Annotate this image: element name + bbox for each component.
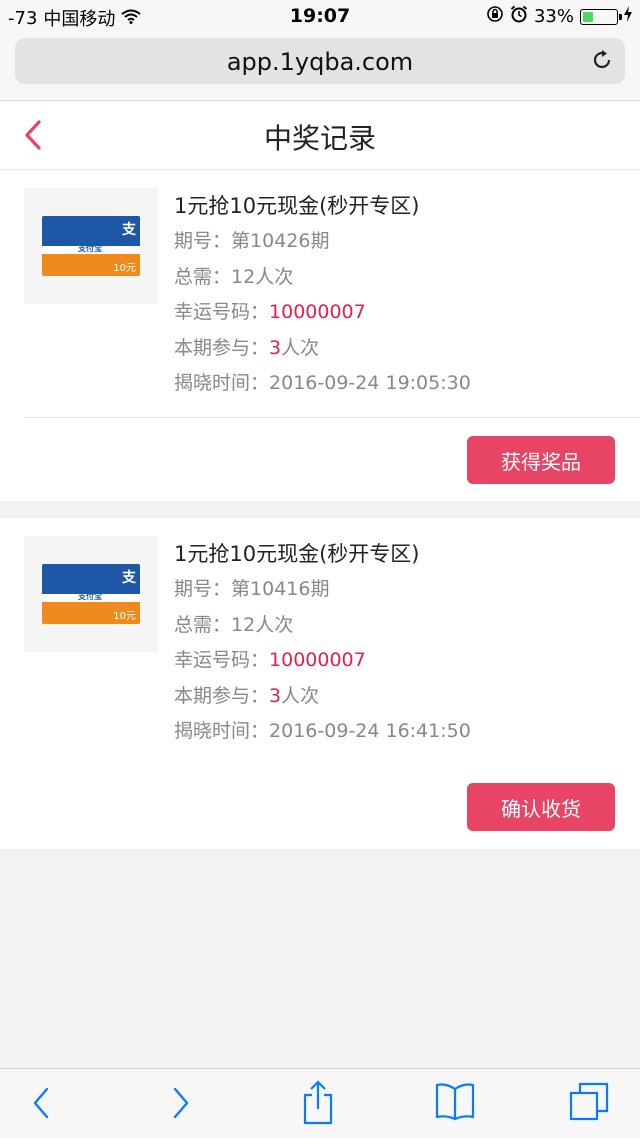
charging-bolt-icon	[624, 6, 632, 27]
reveal-time-row: 揭晓时间：2016-09-24 16:41:50	[174, 714, 471, 750]
tabs-icon[interactable]	[568, 1081, 610, 1127]
reveal-label: 揭晓时间：	[174, 372, 270, 394]
lucky-number-row: 幸运号码：10000007	[174, 295, 471, 331]
card-value-text: 10元	[113, 611, 136, 622]
bookmarks-icon[interactable]	[434, 1081, 476, 1125]
alarm-icon	[510, 5, 528, 28]
reveal-time: 2016-09-24 16:41:50	[269, 720, 471, 742]
product-thumbnail[interactable]: 支 支付宝 10元	[24, 188, 158, 304]
total-value: 12人次	[231, 265, 294, 288]
rotation-lock-icon	[486, 5, 504, 28]
claim-prize-button[interactable]: 获得奖品	[467, 436, 615, 484]
joined-row: 本期参与：3人次	[174, 331, 471, 367]
card-brand-text: 支付宝	[78, 592, 102, 601]
issue-row: 期号：第10416期	[174, 572, 471, 608]
total-label: 总需：	[174, 265, 232, 288]
address-bar[interactable]: app.1yqba.com	[15, 38, 625, 84]
product-title[interactable]: 1元抢10元现金(秒开专区)	[174, 188, 471, 224]
share-icon[interactable]	[300, 1079, 336, 1129]
browser-address-area: app.1yqba.com	[0, 32, 640, 101]
joined-unit: 人次	[281, 336, 320, 359]
reload-icon[interactable]	[591, 49, 613, 75]
reveal-label: 揭晓时间：	[174, 720, 270, 742]
reveal-time-row: 揭晓时间：2016-09-24 19:05:30	[174, 366, 471, 402]
joined-label: 本期参与：	[174, 336, 270, 359]
prize-record-card: 支 支付宝 10元 1元抢10元现金(秒开专区) 期号：第10416期 总需：1…	[0, 518, 640, 849]
card-divider	[24, 417, 640, 418]
forward-nav-icon[interactable]	[170, 1083, 192, 1127]
battery-fill	[583, 11, 593, 22]
lucky-number: 10000007	[269, 649, 366, 671]
card-brand-text: 支付宝	[78, 244, 102, 253]
battery-icon	[580, 8, 622, 25]
joined-label: 本期参与：	[174, 684, 270, 707]
reveal-time: 2016-09-24 19:05:30	[269, 372, 471, 394]
page-title: 中奖记录	[263, 122, 376, 155]
alipay-card-image: 支 支付宝 10元	[42, 564, 140, 624]
product-thumbnail[interactable]: 支 支付宝 10元	[24, 536, 158, 652]
card-zhi-text: 支	[122, 570, 136, 586]
prize-record-card: 支 支付宝 10元 1元抢10元现金(秒开专区) 期号：第10426期 总需：1…	[0, 170, 640, 501]
status-right: 33%	[486, 5, 632, 28]
url-text[interactable]: app.1yqba.com	[15, 48, 625, 76]
record-info: 1元抢10元现金(秒开专区) 期号：第10426期 总需：12人次 幸运号码：1…	[174, 188, 471, 402]
status-bar: -73 中国移动 19:07 33%	[0, 0, 640, 32]
browser-toolbar	[0, 1068, 640, 1138]
product-title[interactable]: 1元抢10元现金(秒开专区)	[174, 536, 471, 572]
joined-unit: 人次	[281, 684, 320, 707]
joined-count: 3	[269, 336, 282, 359]
joined-row: 本期参与：3人次	[174, 679, 471, 715]
page-header: 中奖记录	[0, 101, 640, 170]
lucky-label: 幸运号码：	[174, 649, 270, 671]
card-value-text: 10元	[113, 263, 136, 274]
total-value: 12人次	[231, 613, 294, 636]
issue-value: 第10426期	[231, 230, 330, 252]
back-nav-icon[interactable]	[30, 1083, 52, 1127]
card-zhi-text: 支	[122, 222, 136, 238]
issue-row: 期号：第10426期	[174, 224, 471, 260]
lucky-number-row: 幸运号码：10000007	[174, 643, 471, 679]
confirm-receipt-button[interactable]: 确认收货	[467, 783, 615, 831]
record-info: 1元抢10元现金(秒开专区) 期号：第10416期 总需：12人次 幸运号码：1…	[174, 536, 471, 750]
total-label: 总需：	[174, 613, 232, 636]
issue-value: 第10416期	[231, 578, 330, 600]
total-row: 总需：12人次	[174, 608, 471, 644]
lucky-label: 幸运号码：	[174, 301, 270, 323]
battery-percent: 33%	[533, 6, 574, 27]
issue-label: 期号：	[174, 578, 232, 600]
alipay-card-image: 支 支付宝 10元	[42, 216, 140, 276]
joined-count: 3	[269, 684, 282, 707]
issue-label: 期号：	[174, 230, 232, 252]
lucky-number: 10000007	[269, 301, 366, 323]
total-row: 总需：12人次	[174, 260, 471, 296]
